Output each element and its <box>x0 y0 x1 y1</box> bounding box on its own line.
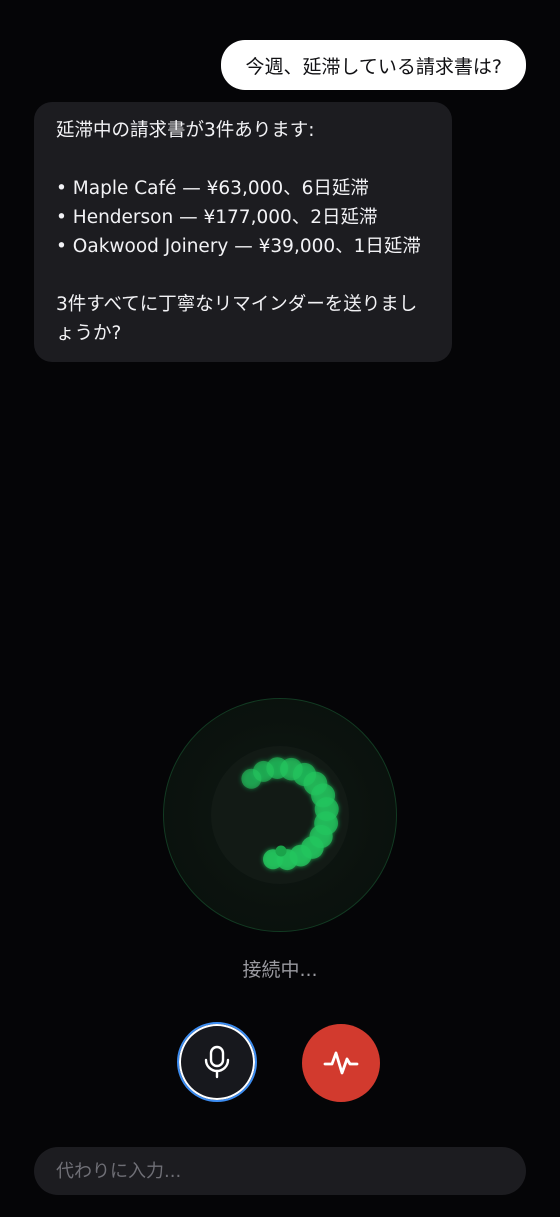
user-message-bubble: 今週、延滞している請求書は? <box>221 40 526 90</box>
spinner-center-dot <box>275 845 287 857</box>
connection-status: 接続中... <box>242 959 318 981</box>
assistant-question: 3件すべてに丁寧なリマインダーを送りましょうか? <box>56 294 418 344</box>
list-item: • Henderson — ¥177,000、2日延滞 <box>56 207 378 228</box>
end-voice-button[interactable] <box>302 1024 380 1102</box>
list-item: • Maple Café — ¥63,000、6日延滞 <box>56 178 369 199</box>
microphone-button[interactable] <box>177 1022 257 1102</box>
waveform-icon <box>323 1051 359 1075</box>
type-instead-input[interactable] <box>34 1147 526 1195</box>
list-item: • Oakwood Joinery — ¥39,000、1日延滞 <box>56 236 421 257</box>
assistant-message-bubble: 延滞中の請求書が3件あります: • Maple Café — ¥63,000、6… <box>34 102 452 362</box>
assistant-intro: 延滞中の請求書が3件あります: <box>56 120 315 141</box>
connecting-spinner-icon <box>241 757 339 871</box>
overdue-invoice-list: • Maple Café — ¥63,000、6日延滞 • Henderson … <box>56 174 430 261</box>
user-message-text: 今週、延滞している請求書は? <box>245 55 502 78</box>
voice-orb <box>163 698 397 932</box>
microphone-icon <box>204 1045 230 1079</box>
